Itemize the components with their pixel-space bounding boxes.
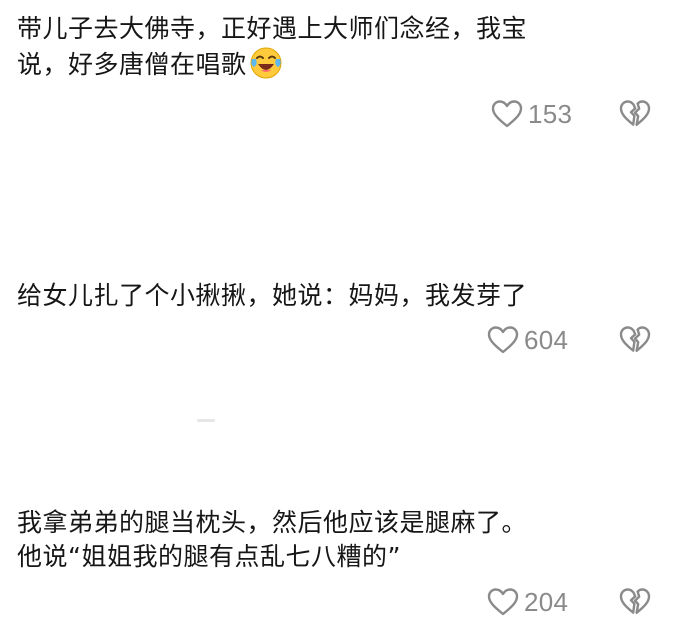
- broken-heart-icon: [619, 100, 651, 126]
- comment-text: 带儿子去大佛寺，正好遇上大师们念经，我宝 说，好多唐僧在唱歌: [17, 12, 657, 82]
- comment-actions: 153: [0, 94, 690, 134]
- like-button[interactable]: 153: [490, 94, 572, 134]
- heart-outline-icon: [487, 588, 519, 616]
- like-count: 153: [528, 98, 573, 129]
- comment-line: 我拿弟弟的腿当枕头，然后他应该是腿麻了。: [17, 508, 528, 537]
- broken-heart-icon: [619, 326, 651, 352]
- comment-actions: 204: [0, 582, 690, 622]
- dislike-button[interactable]: [618, 585, 652, 619]
- comment-text: 给女儿扎了个小揪揪，她说：妈妈，我发芽了: [17, 279, 657, 313]
- dislike-button[interactable]: [618, 97, 652, 131]
- dislike-button[interactable]: [618, 323, 652, 357]
- comment-line: 给女儿扎了个小揪揪，她说：妈妈，我发芽了: [17, 281, 528, 310]
- comment-line-text: 说，好多唐僧在唱歌: [17, 50, 247, 79]
- comment-actions: 604: [0, 320, 690, 360]
- broken-heart-icon: [619, 588, 651, 614]
- divider-dot: [197, 419, 215, 422]
- like-count: 204: [524, 586, 569, 617]
- like-button[interactable]: 204: [486, 582, 568, 622]
- comment-line: 说，好多唐僧在唱歌: [17, 46, 657, 82]
- comment-text: 我拿弟弟的腿当枕头，然后他应该是腿麻了。 他说“姐姐我的腿有点乱七八糟的”: [17, 506, 657, 574]
- like-button[interactable]: 604: [486, 320, 568, 360]
- heart-outline-icon: [491, 100, 523, 128]
- comment-line: 他说“姐姐我的腿有点乱七八糟的”: [17, 542, 401, 571]
- comment-line: 带儿子去大佛寺，正好遇上大师们念经，我宝: [17, 14, 528, 43]
- crying-laughing-emoji-icon: [250, 47, 282, 79]
- heart-outline-icon: [487, 326, 519, 354]
- like-count: 604: [524, 324, 569, 355]
